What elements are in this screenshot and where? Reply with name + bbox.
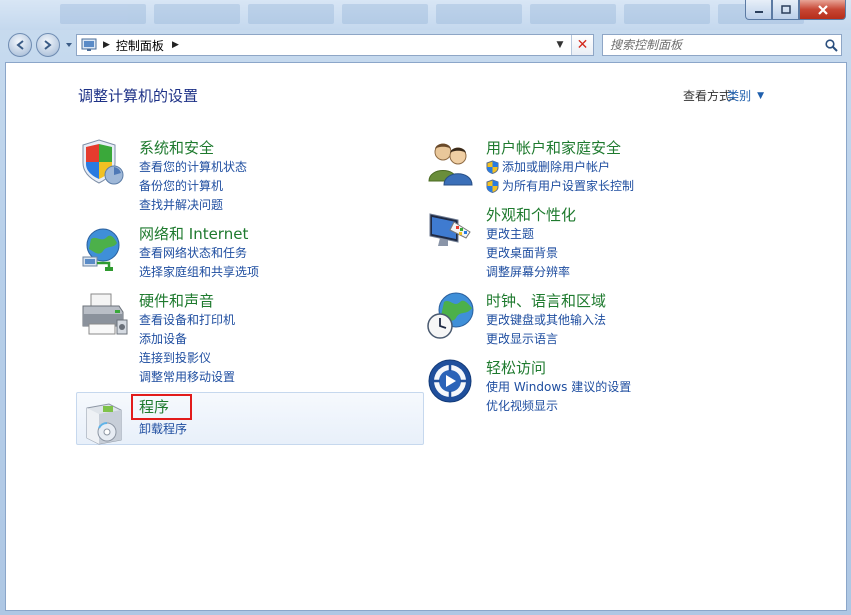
category-title[interactable]: 网络和 Internet <box>139 223 248 244</box>
recent-pages-dropdown-icon[interactable] <box>64 40 74 50</box>
printer-icon <box>82 293 128 335</box>
link-uninstall-program[interactable]: 卸载程序 <box>139 420 187 437</box>
title-bar <box>0 0 851 30</box>
page-title: 调整计算机的设置 <box>78 87 199 105</box>
link-homegroup-sharing[interactable]: 选择家庭组和共享选项 <box>139 263 259 280</box>
link-backup-computer[interactable]: 备份您的计算机 <box>139 177 223 194</box>
close-icon <box>817 4 828 15</box>
link-add-remove-users[interactable]: 添加或删除用户帐户 <box>486 158 610 175</box>
search-icon[interactable] <box>821 35 841 55</box>
link-change-input-methods[interactable]: 更改键盘或其他输入法 <box>486 311 606 328</box>
category-network-internet: 网络和 Internet 查看网络状态和任务 选择家庭组和共享选项 <box>79 223 419 283</box>
category-system-security: 系统和安全 查看您的计算机状态 备份您的计算机 查找并解决问题 <box>79 137 419 212</box>
link-network-status-tasks[interactable]: 查看网络状态和任务 <box>139 244 247 261</box>
search-box <box>602 34 842 56</box>
uac-shield-icon <box>486 178 499 193</box>
category-title[interactable]: 时钟、语言和区域 <box>486 290 606 311</box>
navigation-bar: ▶ 控制面板 ▶ ▼ ✕ <box>0 30 851 60</box>
category-title[interactable]: 轻松访问 <box>486 357 546 378</box>
minimize-icon <box>754 10 763 13</box>
link-view-computer-status[interactable]: 查看您的计算机状态 <box>139 158 247 175</box>
link-windows-recommended-settings[interactable]: 使用 Windows 建议的设置 <box>486 378 631 395</box>
category-programs[interactable]: 程序 卸载程序 <box>79 396 419 445</box>
link-label: 添加或删除用户帐户 <box>502 160 611 174</box>
category-clock-language-region: 时钟、语言和区域 更改键盘或其他输入法 更改显示语言 <box>426 290 826 350</box>
breadcrumb-separator-icon[interactable]: ▶ <box>172 40 179 50</box>
link-mobility-settings[interactable]: 调整常用移动设置 <box>139 368 235 385</box>
forward-button[interactable] <box>36 33 60 57</box>
programs-box-icon <box>86 403 122 445</box>
link-label: 为所有用户设置家长控制 <box>502 179 635 193</box>
link-add-device[interactable]: 添加设备 <box>139 330 187 347</box>
search-input[interactable] <box>603 36 821 54</box>
view-by-value: 类别 <box>727 89 752 103</box>
taskbar-blur <box>60 4 804 26</box>
category-title[interactable]: 用户帐户和家庭安全 <box>486 137 621 158</box>
minimize-button[interactable] <box>745 0 772 20</box>
link-desktop-background[interactable]: 更改桌面背景 <box>486 244 558 261</box>
category-hardware-sound: 硬件和声音 查看设备和打印机 添加设备 连接到投影仪 调整常用移动设置 <box>79 290 419 385</box>
arrow-right-icon <box>44 40 52 50</box>
category-ease-of-access: 轻松访问 使用 Windows 建议的设置 优化视频显示 <box>426 357 826 417</box>
link-optimize-display[interactable]: 优化视频显示 <box>486 397 558 414</box>
maximize-icon <box>780 5 791 14</box>
view-by-dropdown[interactable]: 类别 ▼ <box>727 87 764 104</box>
category-title[interactable]: 硬件和声音 <box>139 290 214 311</box>
link-change-theme[interactable]: 更改主题 <box>486 225 534 242</box>
address-bar[interactable]: ▶ 控制面板 ▶ ▼ ✕ <box>76 34 594 56</box>
link-parental-controls[interactable]: 为所有用户设置家长控制 <box>486 177 634 194</box>
category-title[interactable]: 系统和安全 <box>139 137 214 158</box>
monitor-palette-icon <box>429 213 471 246</box>
close-button[interactable] <box>799 0 846 20</box>
highlight-annotation-box <box>131 394 192 420</box>
control-panel-icon <box>81 38 97 51</box>
link-devices-printers[interactable]: 查看设备和打印机 <box>139 311 235 328</box>
network-globe-icon <box>82 228 120 271</box>
ease-of-access-icon <box>428 359 472 403</box>
category-appearance: 外观和个性化 更改主题 更改桌面背景 调整屏幕分辨率 <box>426 204 826 279</box>
clock-globe-icon <box>427 292 474 339</box>
category-title[interactable]: 外观和个性化 <box>486 204 576 225</box>
window-controls <box>745 0 846 20</box>
address-dropdown-icon[interactable]: ▼ <box>553 37 567 53</box>
arrow-left-icon <box>16 40 24 50</box>
link-find-fix-problems[interactable]: 查找并解决问题 <box>139 196 223 213</box>
maximize-button[interactable] <box>772 0 799 20</box>
link-screen-resolution[interactable]: 调整屏幕分辨率 <box>486 263 570 280</box>
category-user-accounts: 用户帐户和家庭安全 添加或删除用户帐户 为所有用户设置家长控制 <box>426 137 826 197</box>
link-connect-projector[interactable]: 连接到投影仪 <box>139 349 211 366</box>
breadcrumb-control-panel[interactable]: 控制面板 <box>116 37 164 54</box>
content-pane: 调整计算机的设置 查看方式: 类别 ▼ 系统和安全 查看您的计算机状态 备份您的… <box>5 62 847 611</box>
back-button[interactable] <box>8 33 32 57</box>
link-change-display-language[interactable]: 更改显示语言 <box>486 330 558 347</box>
breadcrumb-separator-icon[interactable]: ▶ <box>103 40 110 50</box>
uac-shield-icon <box>486 159 499 174</box>
chevron-down-icon: ▼ <box>757 90 764 101</box>
close-icon[interactable]: ✕ <box>571 35 593 55</box>
users-icon <box>428 143 473 186</box>
shield-icon <box>82 139 124 185</box>
